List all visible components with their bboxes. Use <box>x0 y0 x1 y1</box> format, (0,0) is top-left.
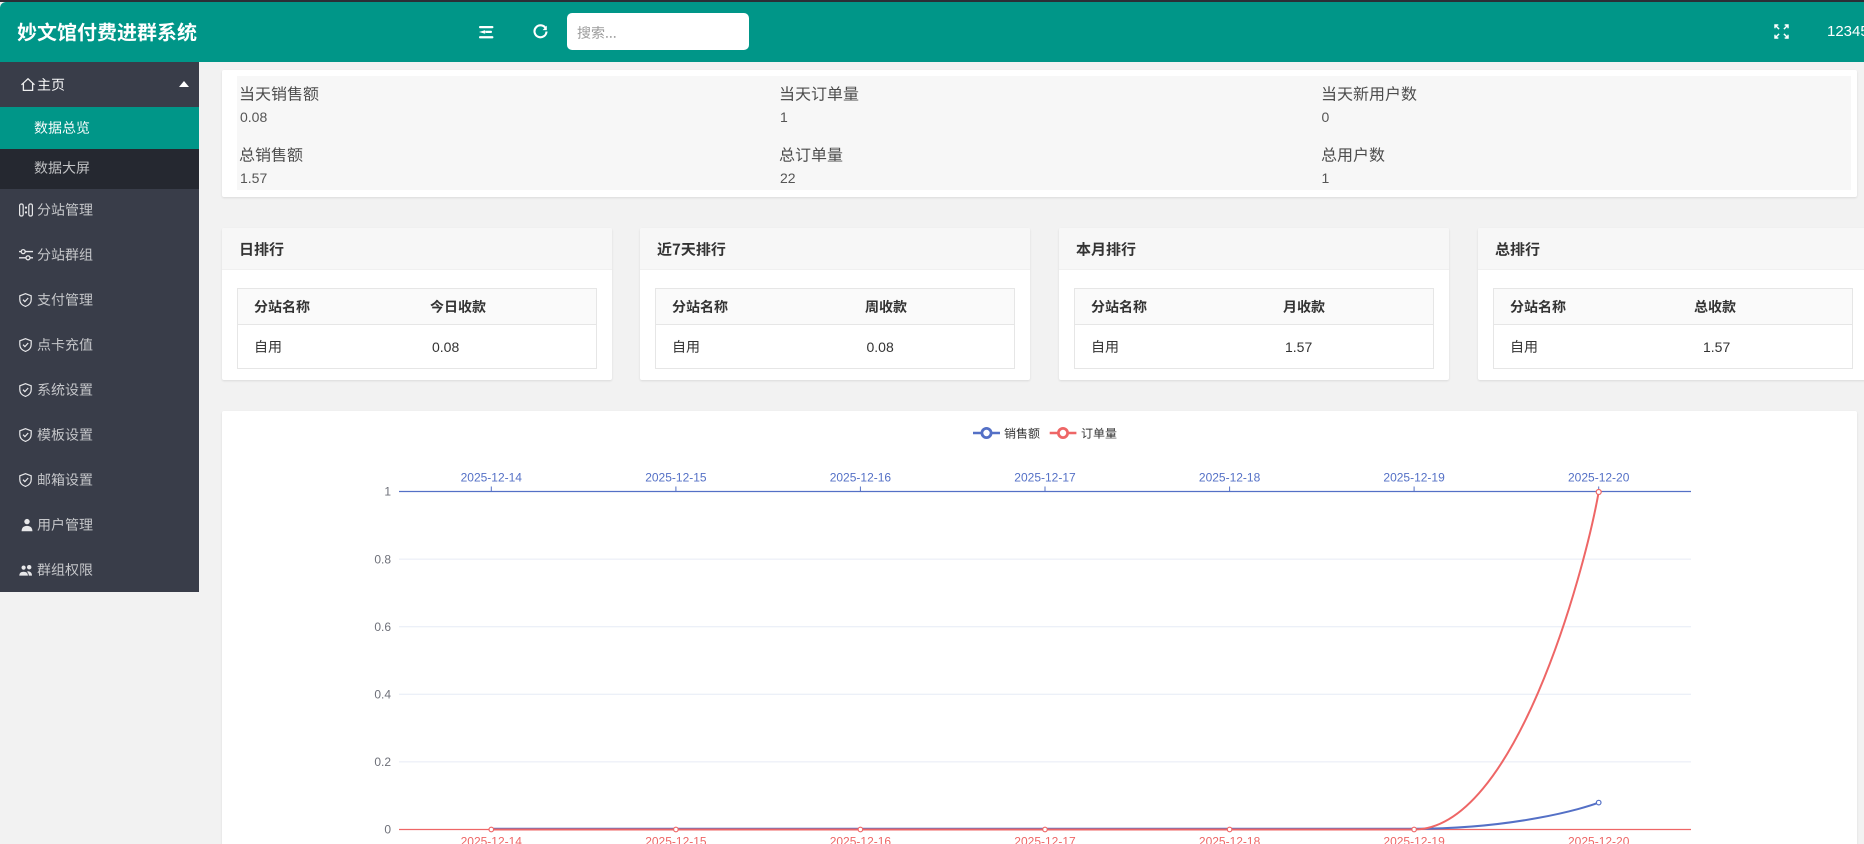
svg-text:2025-12-18: 2025-12-18 <box>1199 471 1261 485</box>
svg-text:2025-12-15: 2025-12-15 <box>645 471 707 485</box>
svg-text:2025-12-16: 2025-12-16 <box>830 835 892 844</box>
svg-text:2025-12-18: 2025-12-18 <box>1199 835 1261 844</box>
svg-text:0.4: 0.4 <box>374 688 391 702</box>
svg-text:1: 1 <box>384 485 391 499</box>
svg-text:2025-12-17: 2025-12-17 <box>1014 471 1076 485</box>
svg-text:2025-12-19: 2025-12-19 <box>1383 835 1445 844</box>
svg-text:2025-12-19: 2025-12-19 <box>1383 471 1445 485</box>
svg-text:2025-12-20: 2025-12-20 <box>1568 471 1630 485</box>
svg-text:2025-12-16: 2025-12-16 <box>830 471 892 485</box>
svg-text:2025-12-17: 2025-12-17 <box>1014 835 1076 844</box>
svg-text:2025-12-14: 2025-12-14 <box>461 835 523 844</box>
svg-text:0.8: 0.8 <box>374 552 391 566</box>
svg-text:2025-12-20: 2025-12-20 <box>1568 835 1630 844</box>
svg-text:2025-12-14: 2025-12-14 <box>461 471 523 485</box>
svg-text:0.2: 0.2 <box>374 755 391 769</box>
svg-text:0: 0 <box>384 823 391 837</box>
svg-text:2025-12-15: 2025-12-15 <box>645 835 707 844</box>
svg-text:0.6: 0.6 <box>374 620 391 634</box>
